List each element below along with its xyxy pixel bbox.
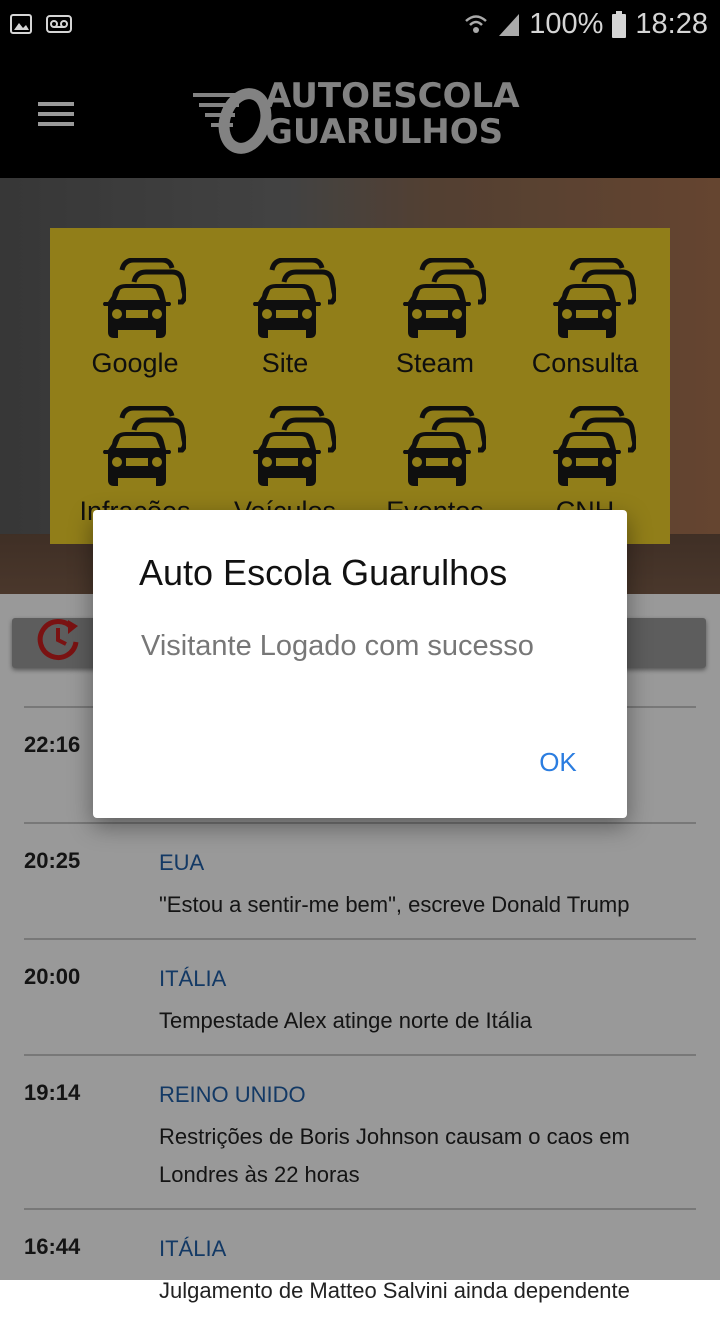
gallery-icon — [10, 14, 32, 34]
ok-button[interactable]: OK — [523, 738, 593, 786]
status-bar: 100% 18:28 — [0, 0, 720, 50]
signal-icon — [499, 13, 520, 36]
dialog-title: Auto Escola Guarulhos — [139, 552, 508, 593]
voicemail-icon — [46, 15, 72, 33]
wifi-icon — [465, 14, 488, 33]
alert-dialog: Auto Escola Guarulhos Visitante Logado c… — [93, 510, 627, 818]
battery-percentage: 100% — [529, 8, 604, 40]
battery-icon — [612, 10, 627, 38]
dialog-message: Visitante Logado com sucesso — [141, 630, 534, 662]
clock: 18:28 — [635, 8, 708, 40]
